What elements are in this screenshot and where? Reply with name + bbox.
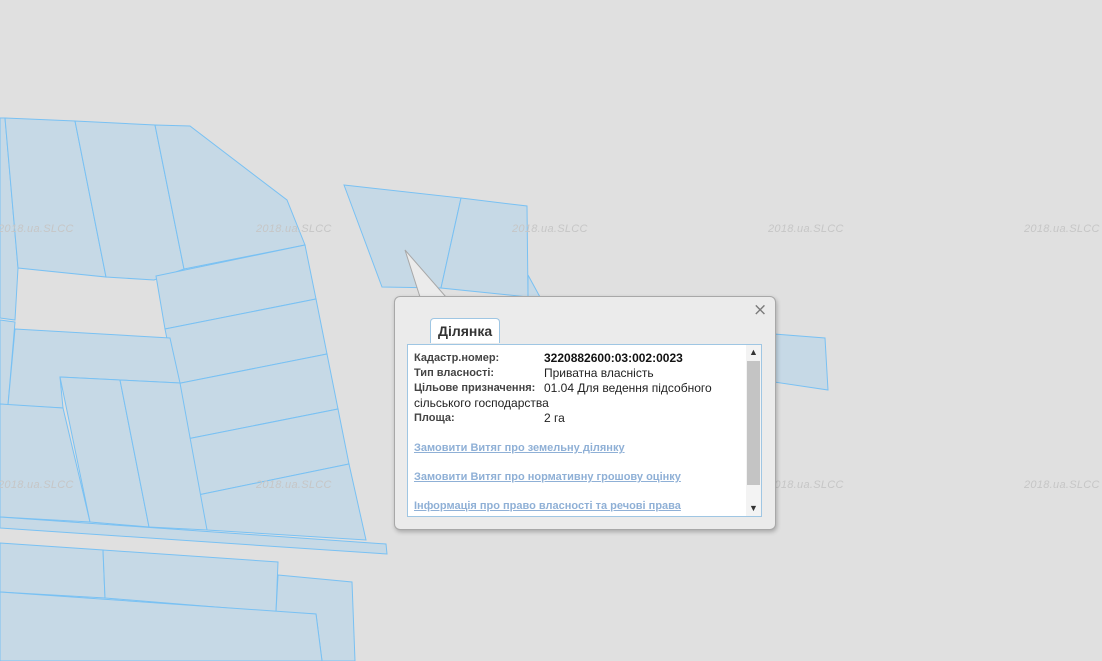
area-value: 2 га: [544, 411, 565, 425]
order-valuation-extract-link[interactable]: Замовити Витяг про нормативну грошову оц…: [414, 470, 744, 485]
attr-row-purpose: Цільове призначення: 01.04 Для ведення п…: [414, 381, 744, 411]
tab-parcel[interactable]: Ділянка: [430, 318, 501, 343]
watermark-text: 2018.ua.SLCC: [1024, 479, 1100, 491]
watermark-text: 2018.ua.SLCC: [768, 223, 844, 235]
attr-label: Тип власності:: [414, 367, 495, 379]
watermark-text: 2018.ua.SLCC: [0, 479, 74, 491]
popup-pointer: [398, 249, 450, 300]
land-parcel: [527, 274, 541, 298]
watermark-text: 2018.ua.SLCC: [256, 223, 332, 235]
close-icon[interactable]: ×: [753, 302, 767, 319]
popup-scrollbar[interactable]: ▲ ▼: [746, 345, 761, 516]
parcel-info-popup: × Ділянка Кадастр.номер: 3220882600:03:0…: [394, 296, 776, 530]
order-parcel-extract-link[interactable]: Замовити Витяг про земельну ділянку: [414, 441, 744, 456]
ownership-type-value: Приватна власність: [544, 366, 654, 380]
attr-row-ownership-type: Тип власності: Приватна власність: [414, 366, 744, 381]
attr-row-cadastral-number: Кадастр.номер: 3220882600:03:002:0023: [414, 351, 744, 366]
ownership-rights-info-link[interactable]: Інформація про право власності та речові…: [414, 499, 744, 514]
popup-content: Кадастр.номер: 3220882600:03:002:0023 Ти…: [407, 344, 762, 517]
scroll-up-arrow-icon[interactable]: ▲: [746, 345, 761, 360]
land-parcel: [773, 333, 829, 391]
cadastral-number-value: 3220882600:03:002:0023: [544, 351, 683, 365]
parcel-attributes: Кадастр.номер: 3220882600:03:002:0023 Ти…: [414, 351, 744, 516]
watermark-text: 2018.ua.SLCC: [1024, 223, 1100, 235]
popup-links: Замовити Витяг про земельну ділянку Замо…: [414, 441, 744, 514]
attr-row-area: Площа: 2 га: [414, 411, 744, 426]
attr-label: Площа:: [414, 412, 455, 424]
attr-label: Кадастр.номер:: [414, 352, 500, 364]
scroll-down-arrow-icon[interactable]: ▼: [746, 501, 761, 516]
scroll-thumb[interactable]: [747, 361, 760, 485]
watermark-text: 2018.ua.SLCC: [256, 479, 332, 491]
attr-label: Цільове призначення:: [414, 382, 536, 394]
watermark-text: 2018.ua.SLCC: [512, 223, 588, 235]
watermark-text: 2018.ua.SLCC: [0, 223, 74, 235]
watermark-text: 2018.ua.SLCC: [768, 479, 844, 491]
land-parcel: [0, 542, 106, 599]
